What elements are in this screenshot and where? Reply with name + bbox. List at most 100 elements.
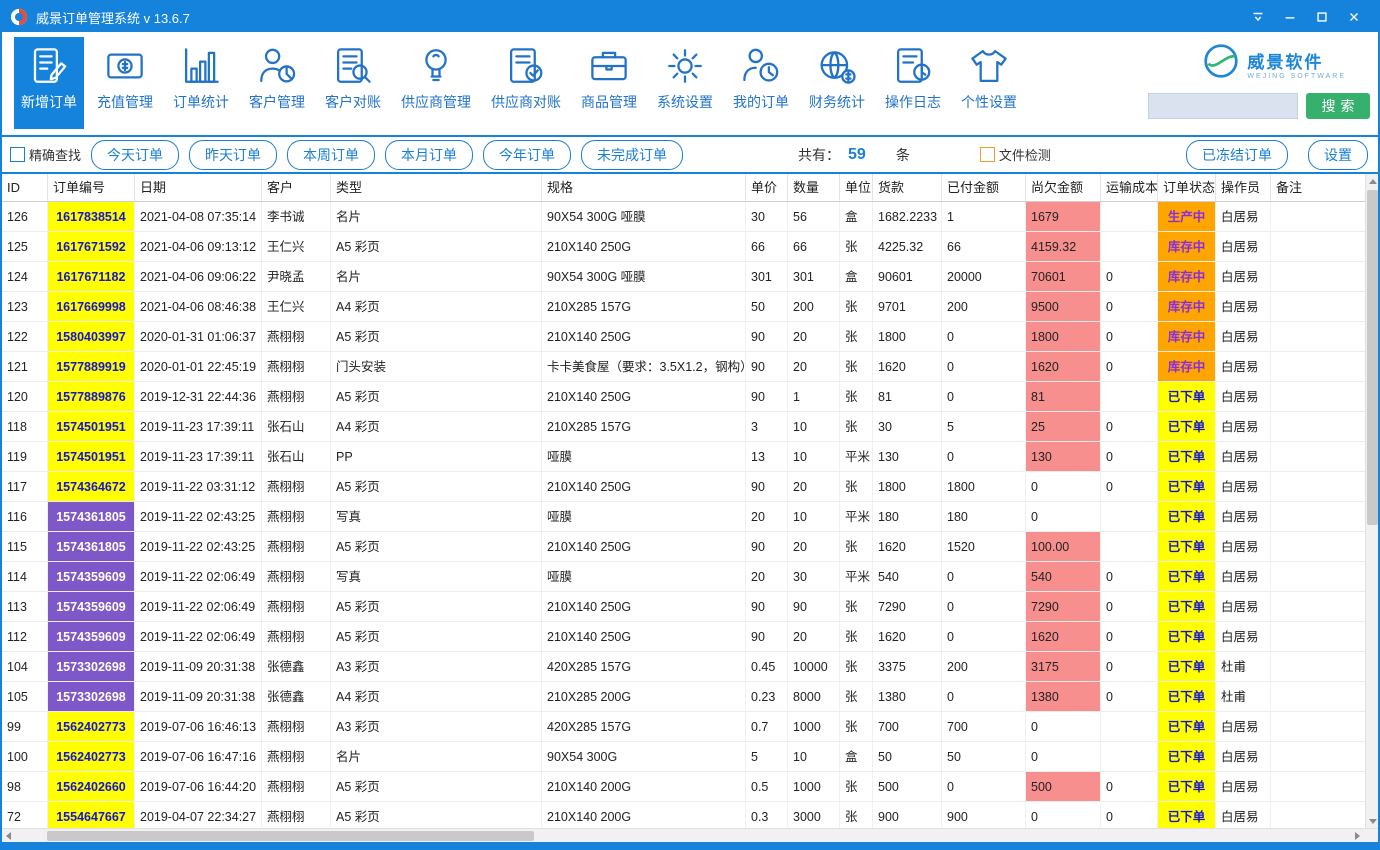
table-row[interactable]: 11615743618052019-11-22 02:43:25燕栩栩写真哑膜2… xyxy=(2,502,1365,532)
table-row[interactable]: 10015624027732019-07-06 16:47:16燕栩栩名片90X… xyxy=(2,742,1365,772)
column-header-8[interactable]: 数量 xyxy=(788,174,840,201)
close-icon[interactable] xyxy=(1338,5,1370,29)
toolbar-item-4[interactable]: 客户管理 xyxy=(242,37,312,129)
table-row[interactable]: 11315743596092019-11-22 02:06:49燕栩栩A5 彩页… xyxy=(2,592,1365,622)
column-header-5[interactable]: 类型 xyxy=(331,174,542,201)
table-row[interactable]: 10415733026982019-11-09 20:31:38张德鑫A3 彩页… xyxy=(2,652,1365,682)
column-header-2[interactable]: 订单编号 xyxy=(48,174,135,201)
cell-qty: 20 xyxy=(788,352,840,381)
toolbar-item-10[interactable]: 我的订单 xyxy=(726,37,796,129)
column-header-11[interactable]: 已付金额 xyxy=(942,174,1026,201)
toolbar-item-11[interactable]: 财务统计 xyxy=(802,37,872,129)
quick-filter-button-4[interactable]: 本月订单 xyxy=(385,140,473,170)
table-row[interactable]: 11515743618052019-11-22 02:43:25燕栩栩A5 彩页… xyxy=(2,532,1365,562)
quick-filter-button-5[interactable]: 今年订单 xyxy=(483,140,571,170)
quick-filter-button-3[interactable]: 本周订单 xyxy=(287,140,375,170)
file-check-checkbox[interactable] xyxy=(980,147,995,162)
table-header: ID订单编号日期客户类型规格单价数量单位货款已付金额尚欠金额运输成本订单状态操作… xyxy=(2,174,1365,202)
horizontal-scrollbar[interactable] xyxy=(2,828,1378,842)
toolbar-item-13[interactable]: 个性设置 xyxy=(954,37,1024,129)
scroll-left-icon[interactable] xyxy=(6,832,11,840)
app-window: 威景订单管理系统 v 13.6.7 新增订单充值管理订单统计客户管理客户对账供应… xyxy=(0,0,1380,850)
collapse-icon[interactable] xyxy=(1242,5,1274,29)
horizontal-scrollbar-thumb[interactable] xyxy=(47,831,534,841)
table-row[interactable]: 12616178385142021-04-08 07:35:14李书诚名片90X… xyxy=(2,202,1365,232)
table-row[interactable]: 11915745019512019-11-23 17:39:11张石山PP哑膜1… xyxy=(2,442,1365,472)
table-row[interactable]: 12416176711822021-04-06 09:06:22尹晓孟名片90X… xyxy=(2,262,1365,292)
vertical-scrollbar[interactable] xyxy=(1365,174,1378,828)
toolbar-item-12[interactable]: 操作日志 xyxy=(878,37,948,129)
scroll-up-icon[interactable] xyxy=(1369,179,1377,184)
toolbar-item-5[interactable]: 客户对账 xyxy=(318,37,388,129)
cell-date: 2020-01-01 22:45:19 xyxy=(135,352,262,381)
column-header-4[interactable]: 客户 xyxy=(262,174,331,201)
cell-type: A5 彩页 xyxy=(331,772,542,801)
column-header-12[interactable]: 尚欠金额 xyxy=(1026,174,1101,201)
cell-owed: 4159.32 xyxy=(1026,232,1101,261)
toolbar-item-2[interactable]: 充值管理 xyxy=(90,37,160,129)
exact-find-checkbox-group[interactable]: 精确查找 xyxy=(10,145,81,164)
table-row[interactable]: 12115778899192020-01-01 22:45:19燕栩栩门头安装卡… xyxy=(2,352,1365,382)
table-row[interactable]: 12015778898762019-12-31 22:44:36燕栩栩A5 彩页… xyxy=(2,382,1365,412)
column-header-15[interactable]: 操作员 xyxy=(1216,174,1271,201)
table-row[interactable]: 9815624026602019-07-06 16:44:20燕栩栩A5 彩页2… xyxy=(2,772,1365,802)
cell-amount: 9701 xyxy=(873,292,942,321)
cell-operator: 白居易 xyxy=(1216,412,1271,441)
cell-spec: 210X140 200G xyxy=(542,772,746,801)
toolbar-item-3[interactable]: 订单统计 xyxy=(166,37,236,129)
scroll-down-icon[interactable] xyxy=(1369,819,1377,824)
table-row[interactable]: 9915624027732019-07-06 16:46:13燕栩栩A3 彩页4… xyxy=(2,712,1365,742)
settings-button[interactable]: 设置 xyxy=(1308,140,1368,170)
table-row[interactable]: 12516176715922021-04-06 09:13:12王仁兴A5 彩页… xyxy=(2,232,1365,262)
column-header-6[interactable]: 规格 xyxy=(542,174,746,201)
cell-qty: 30 xyxy=(788,562,840,591)
table-row[interactable]: 11215743596092019-11-22 02:06:49燕栩栩A5 彩页… xyxy=(2,622,1365,652)
column-header-1[interactable]: ID xyxy=(2,174,48,201)
column-header-10[interactable]: 货款 xyxy=(873,174,942,201)
table-row[interactable]: 11415743596092019-11-22 02:06:49燕栩栩写真哑膜2… xyxy=(2,562,1365,592)
cell-customer: 燕栩栩 xyxy=(262,352,331,381)
column-header-7[interactable]: 单价 xyxy=(746,174,788,201)
supplier-reconcile-icon xyxy=(504,43,548,89)
toolbar-item-1[interactable]: 新增订单 xyxy=(14,37,84,129)
cell-owed: 1800 xyxy=(1026,322,1101,351)
vertical-scrollbar-thumb[interactable] xyxy=(1367,190,1378,525)
minimize-icon[interactable] xyxy=(1274,5,1306,29)
toolbar-item-8[interactable]: 商品管理 xyxy=(574,37,644,129)
scroll-right-icon[interactable] xyxy=(1355,832,1360,840)
toolbar-item-6[interactable]: 供应商管理 xyxy=(394,37,478,129)
table-row[interactable]: 12215804039972020-01-31 01:06:37燕栩栩A5 彩页… xyxy=(2,322,1365,352)
cell-unit: 平米 xyxy=(840,442,873,471)
search-button[interactable]: 搜索 xyxy=(1306,93,1370,119)
cell-order-no: 1573302698 xyxy=(48,682,135,711)
table-row[interactable]: 11815745019512019-11-23 17:39:11张石山A4 彩页… xyxy=(2,412,1365,442)
table-row[interactable]: 7215546476672019-04-07 22:34:27燕栩栩A5 彩页2… xyxy=(2,802,1365,828)
toolbar-item-7[interactable]: 供应商对账 xyxy=(484,37,568,129)
cell-paid: 1800 xyxy=(942,472,1026,501)
cell-paid: 0 xyxy=(942,682,1026,711)
column-header-13[interactable]: 运输成本 xyxy=(1101,174,1158,201)
cell-unit: 平米 xyxy=(840,562,873,591)
file-check-checkbox-group[interactable]: 文件检测 xyxy=(980,145,1051,164)
cell-note xyxy=(1271,322,1365,351)
search-input[interactable] xyxy=(1148,93,1298,119)
exact-find-checkbox[interactable] xyxy=(10,147,25,162)
table-row[interactable]: 10515733026982019-11-09 20:31:38张德鑫A4 彩页… xyxy=(2,682,1365,712)
quick-filter-button-2[interactable]: 昨天订单 xyxy=(189,140,277,170)
column-header-14[interactable]: 订单状态 xyxy=(1158,174,1216,201)
cell-status: 已下单 xyxy=(1158,532,1216,561)
table-row[interactable]: 12316176699982021-04-06 08:46:38王仁兴A4 彩页… xyxy=(2,292,1365,322)
column-header-9[interactable]: 单位 xyxy=(840,174,873,201)
quick-filter-button-1[interactable]: 今天订单 xyxy=(91,140,179,170)
toolbar-item-9[interactable]: 系统设置 xyxy=(650,37,720,129)
maximize-icon[interactable] xyxy=(1306,5,1338,29)
quick-filter-button-6[interactable]: 未完成订单 xyxy=(581,140,683,170)
table-row[interactable]: 11715743646722019-11-22 03:31:12燕栩栩A5 彩页… xyxy=(2,472,1365,502)
column-header-16[interactable]: 备注 xyxy=(1271,174,1365,201)
toolbar-item-label: 个性设置 xyxy=(961,92,1017,112)
frozen-orders-button[interactable]: 已冻结订单 xyxy=(1186,140,1288,170)
column-header-3[interactable]: 日期 xyxy=(135,174,262,201)
cell-operator: 白居易 xyxy=(1216,712,1271,741)
cell-status: 已下单 xyxy=(1158,622,1216,651)
total-count: 59 xyxy=(848,146,866,164)
